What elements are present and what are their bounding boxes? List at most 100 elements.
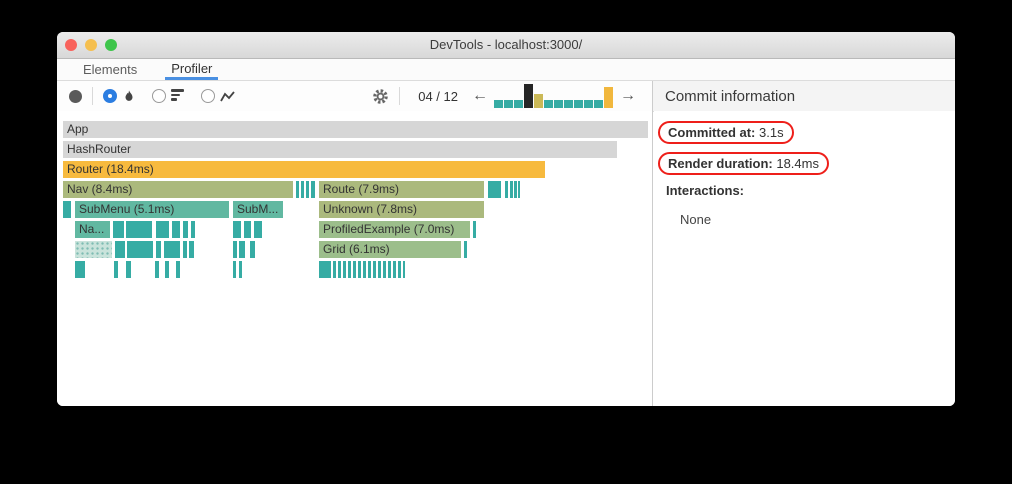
gear-icon[interactable] — [372, 88, 389, 105]
flame-bar-small[interactable] — [311, 181, 315, 198]
commit-bar[interactable] — [524, 84, 533, 108]
flame-bar-small[interactable] — [510, 181, 513, 198]
ranked-icon — [171, 89, 185, 103]
flame-bar-small[interactable] — [176, 261, 180, 278]
render-duration-value: 18.4ms — [772, 156, 819, 171]
commit-bar[interactable] — [504, 100, 513, 108]
flame-bar[interactable]: ProfiledExample (7.0ms) — [319, 221, 470, 238]
interactions-radio[interactable] — [201, 89, 215, 103]
flame-bar-small[interactable] — [183, 221, 188, 238]
commit-bar[interactable] — [544, 100, 553, 108]
flame-bar[interactable]: Route (7.9ms) — [319, 181, 484, 198]
profiler-toolbar: 04 / 12 ← → Commit information — [57, 81, 955, 112]
interactions-label: Interactions: — [666, 183, 745, 198]
ranked-radio[interactable] — [152, 89, 166, 103]
toolbar-divider — [92, 87, 93, 105]
flame-bar-small[interactable] — [191, 221, 195, 238]
flame-bar-small[interactable] — [296, 181, 299, 198]
flame-bar[interactable]: Na... — [75, 221, 110, 238]
committed-at-label: Committed at: — [668, 125, 756, 140]
previous-commit-arrow-icon[interactable]: ← — [466, 87, 494, 105]
flame-bar-small[interactable] — [189, 241, 194, 258]
flame-bar-small[interactable] — [488, 181, 501, 198]
flame-bar-small[interactable] — [113, 221, 124, 238]
flame-bar-small[interactable] — [233, 241, 237, 258]
flame-bar-small[interactable] — [183, 241, 187, 258]
render-duration-annotation: Render duration: 18.4ms — [658, 152, 829, 175]
commit-navigator: 04 / 12 ← → — [372, 84, 642, 108]
flame-bar-small[interactable] — [75, 261, 85, 278]
mode-flamegraph[interactable] — [103, 89, 136, 104]
flame-bar[interactable]: Grid (6.1ms) — [319, 241, 461, 258]
commit-bar[interactable] — [564, 100, 573, 108]
commit-bar[interactable] — [594, 100, 603, 108]
flame-bar[interactable]: SubM... — [233, 201, 283, 218]
flame-bar-small[interactable] — [464, 241, 467, 258]
tab-profiler[interactable]: Profiler — [165, 59, 219, 80]
commit-information-header: Commit information — [653, 81, 955, 111]
flame-bar-small[interactable] — [233, 261, 236, 278]
flame-bar-small[interactable] — [165, 261, 169, 278]
commit-bar[interactable] — [534, 94, 543, 108]
flame-bar-small[interactable] — [306, 181, 309, 198]
commit-bar[interactable] — [604, 87, 613, 108]
commit-bar[interactable] — [514, 100, 523, 108]
flamegraph-radio[interactable] — [103, 89, 117, 103]
flame-bar[interactable]: Nav (8.4ms) — [63, 181, 293, 198]
flame-bar-small[interactable] — [473, 221, 476, 238]
flame-bar-small[interactable] — [244, 221, 251, 238]
commit-bar[interactable] — [574, 100, 583, 108]
tab-bar: Elements Profiler — [57, 59, 955, 81]
mode-ranked[interactable] — [152, 89, 185, 103]
commit-index: 04 / 12 — [418, 88, 458, 104]
flame-bar-small[interactable] — [126, 221, 152, 238]
flame-bar[interactable]: SubMenu (5.1ms) — [75, 201, 229, 218]
toolbar-left: 04 / 12 ← → — [57, 81, 653, 111]
flame-bar-small[interactable] — [505, 181, 508, 198]
interactions-value: None — [680, 212, 712, 227]
flame-bar-small[interactable] — [319, 261, 331, 278]
toolbar-divider — [399, 87, 401, 105]
flame-bar[interactable]: App — [63, 121, 648, 138]
flame-bar-small[interactable] — [63, 201, 71, 218]
next-commit-arrow-icon[interactable]: → — [614, 87, 642, 105]
commit-bar[interactable] — [494, 100, 503, 108]
flame-bar-small[interactable] — [172, 221, 180, 238]
flame-bar-small[interactable] — [333, 261, 405, 278]
flame-bar-small[interactable] — [233, 221, 241, 238]
flame-bar-small[interactable] — [164, 241, 180, 258]
flame-bar-small[interactable] — [156, 241, 161, 258]
flame-bar-small[interactable] — [239, 261, 242, 278]
flame-bar-small[interactable] — [126, 261, 131, 278]
flame-bar[interactable]: Router (18.4ms) — [63, 161, 545, 178]
commit-bar[interactable] — [584, 100, 593, 108]
tab-elements[interactable]: Elements — [77, 59, 143, 80]
flame-bar-small[interactable] — [301, 181, 304, 198]
flame-bar-small[interactable] — [127, 241, 153, 258]
window-title: DevTools - localhost:3000/ — [429, 37, 583, 52]
commit-selector-chart[interactable] — [494, 84, 614, 108]
flame-bar-small[interactable] — [239, 241, 245, 258]
record-icon[interactable] — [69, 89, 82, 103]
interactions-icon — [220, 90, 235, 101]
flame-bar[interactable]: HashRouter — [63, 141, 617, 158]
flame-bar[interactable]: Unknown (7.8ms) — [319, 201, 484, 218]
devtools-window: DevTools - localhost:3000/ Elements Prof… — [57, 32, 955, 406]
flame-bar-small[interactable] — [114, 261, 118, 278]
flame-bar-small[interactable] — [155, 261, 159, 278]
title-bar: DevTools - localhost:3000/ — [57, 32, 955, 59]
flame-bar-small[interactable] — [156, 221, 169, 238]
flame-bar-small[interactable] — [518, 181, 520, 198]
mode-interactions[interactable] — [201, 89, 235, 103]
flame-bar-small[interactable] — [250, 241, 255, 258]
commit-bar[interactable] — [554, 100, 563, 108]
flame-icon — [125, 89, 133, 101]
committed-at-annotation: Committed at: 3.1s — [658, 121, 794, 144]
flame-bar-small[interactable] — [75, 241, 112, 258]
flame-bar-small[interactable] — [514, 181, 517, 198]
flame-bar-small[interactable] — [115, 241, 125, 258]
flame-bar-small[interactable] — [254, 221, 262, 238]
screenshot-background: DevTools - localhost:3000/ Elements Prof… — [0, 0, 1012, 484]
commit-information-panel: Committed at: 3.1s Render duration: 18.4… — [654, 111, 955, 406]
render-duration-label: Render duration: — [668, 156, 773, 171]
